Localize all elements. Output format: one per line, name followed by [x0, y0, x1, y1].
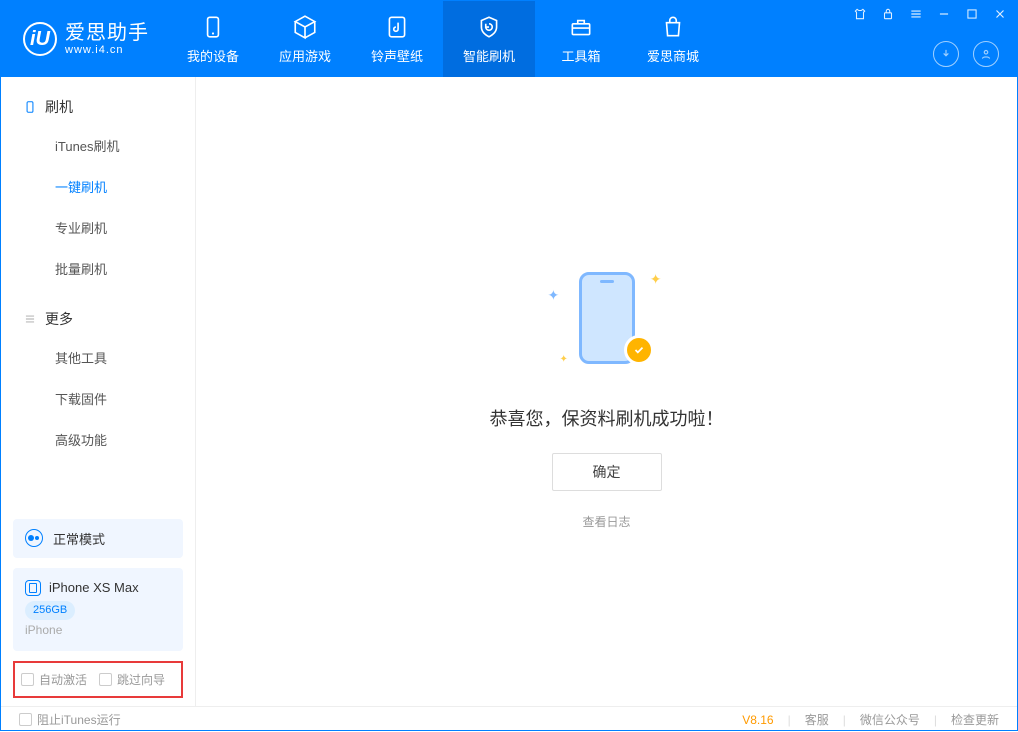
phone-icon: [200, 14, 226, 40]
ok-button[interactable]: 确定: [552, 453, 662, 491]
device-small-icon: [25, 580, 41, 596]
options-row: 自动激活 跳过向导: [13, 661, 183, 698]
sidebar: 刷机 iTunes刷机 一键刷机 专业刷机 批量刷机 更多 其他工具 下载固件 …: [1, 77, 196, 706]
checkbox-auto-activate[interactable]: 自动激活: [21, 671, 87, 688]
app-url: www.i4.cn: [65, 44, 149, 56]
view-log-link[interactable]: 查看日志: [582, 513, 630, 530]
nav-smart-flash[interactable]: 智能刷机: [443, 1, 535, 77]
sidebar-item-batch[interactable]: 批量刷机: [1, 248, 195, 289]
checkbox-icon: [99, 673, 112, 686]
app-name: 爱思助手: [65, 22, 149, 44]
nav-ringtone-wallpaper[interactable]: 铃声壁纸: [351, 1, 443, 77]
checkbox-skip-wizard[interactable]: 跳过向导: [99, 671, 165, 688]
sidebar-item-advanced[interactable]: 高级功能: [1, 419, 195, 460]
device-storage: 256GB: [25, 601, 75, 621]
nav-toolbox[interactable]: 工具箱: [535, 1, 627, 77]
maximize-icon[interactable]: [965, 7, 979, 21]
support-link[interactable]: 客服: [805, 711, 829, 728]
download-icon[interactable]: [933, 41, 959, 67]
minimize-icon[interactable]: [937, 7, 951, 21]
sidebar-item-other[interactable]: 其他工具: [1, 337, 195, 378]
success-message: 恭喜您，保资料刷机成功啦！: [490, 405, 724, 431]
sidebar-item-pro[interactable]: 专业刷机: [1, 207, 195, 248]
refresh-shield-icon: [476, 14, 502, 40]
menu-icon[interactable]: [909, 7, 923, 21]
checkbox-icon: [21, 673, 34, 686]
nav-my-device[interactable]: 我的设备: [167, 1, 259, 77]
sidebar-item-oneclick[interactable]: 一键刷机: [1, 166, 195, 207]
device-icon: [23, 100, 37, 114]
nav-apps-games[interactable]: 应用游戏: [259, 1, 351, 77]
sidebar-item-firmware[interactable]: 下载固件: [1, 378, 195, 419]
close-icon[interactable]: [993, 7, 1007, 21]
user-icon[interactable]: [973, 41, 999, 67]
main-content: ✦ ✦ ✦ 恭喜您，保资料刷机成功啦！ 确定 查看日志: [196, 77, 1017, 706]
version-label: V8.16: [742, 713, 773, 727]
check-update-link[interactable]: 检查更新: [951, 711, 999, 728]
device-card[interactable]: iPhone XS Max 256GB iPhone: [13, 568, 183, 651]
logo[interactable]: iU 爱思助手 www.i4.cn: [1, 1, 167, 77]
checkbox-icon: [19, 713, 32, 726]
list-icon: [23, 312, 37, 326]
logo-icon: iU: [23, 22, 57, 56]
nav-store[interactable]: 爱思商城: [627, 1, 719, 77]
music-note-icon: [384, 14, 410, 40]
header-action-icons: [933, 41, 999, 67]
sidebar-head-more: 更多: [1, 305, 195, 337]
checkbox-block-itunes[interactable]: 阻止iTunes运行: [19, 711, 121, 728]
device-type: iPhone: [25, 623, 62, 637]
lock-icon[interactable]: [881, 7, 895, 21]
sidebar-head-flash: 刷机: [1, 93, 195, 125]
device-name: iPhone XS Max: [49, 578, 139, 599]
nav-tabs: 我的设备 应用游戏 铃声壁纸 智能刷机 工具箱 爱思商城: [167, 1, 719, 77]
check-badge-icon: [624, 335, 654, 365]
sidebar-item-itunes[interactable]: iTunes刷机: [1, 125, 195, 166]
window-controls: [853, 7, 1007, 21]
mode-icon: [25, 529, 43, 547]
toolbox-icon: [568, 14, 594, 40]
tshirt-icon[interactable]: [853, 7, 867, 21]
cube-icon: [292, 14, 318, 40]
bag-icon: [660, 14, 686, 40]
mode-label: 正常模式: [53, 529, 105, 548]
header: iU 爱思助手 www.i4.cn 我的设备 应用游戏 铃声壁纸 智能刷机 工具…: [1, 1, 1017, 77]
footer: 阻止iTunes运行 V8.16 | 客服 | 微信公众号 | 检查更新: [1, 706, 1017, 732]
mode-card[interactable]: 正常模式: [13, 519, 183, 558]
wechat-link[interactable]: 微信公众号: [860, 711, 920, 728]
success-illustration: ✦ ✦ ✦: [542, 253, 672, 383]
